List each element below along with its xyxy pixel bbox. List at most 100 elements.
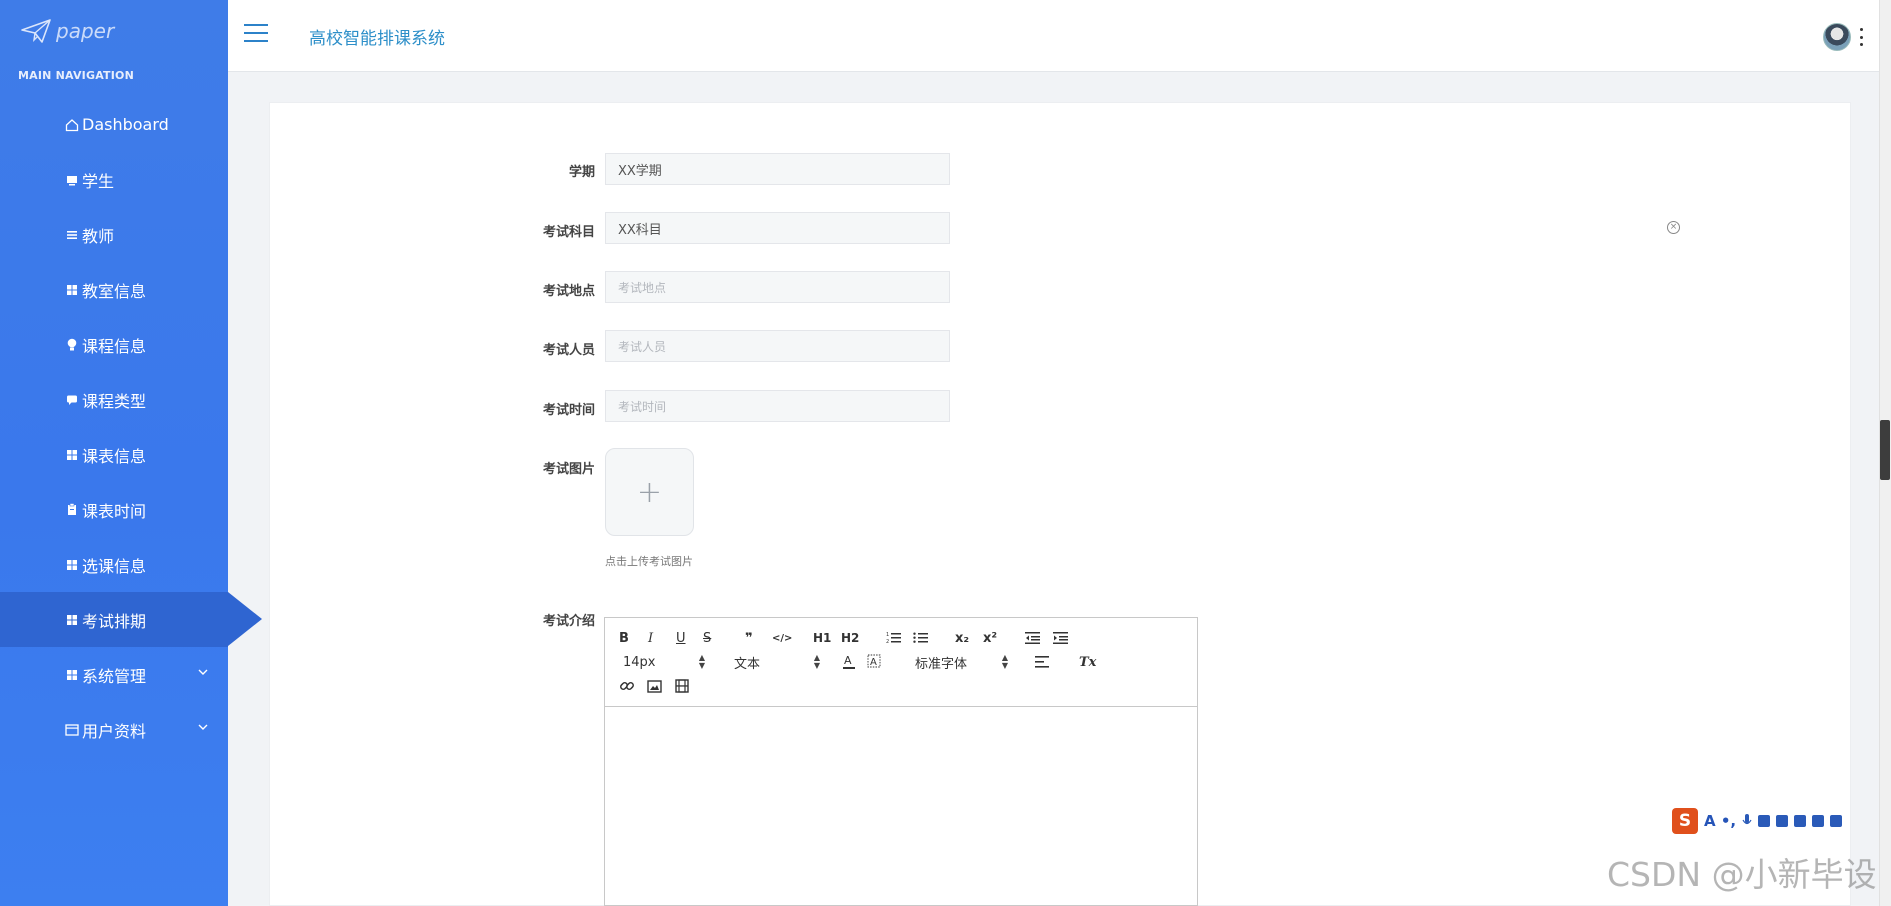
- exam-time-placeholder: 考试时间: [618, 399, 667, 414]
- indent-button[interactable]: [1053, 629, 1069, 647]
- bold-button[interactable]: B: [619, 629, 629, 647]
- chat-icon: [64, 392, 80, 408]
- sidebar-item-course-types[interactable]: 课程类型: [0, 372, 228, 427]
- ordered-list-icon: 12: [886, 632, 901, 645]
- sidebar-item-label: 课表时间: [82, 501, 147, 521]
- link-icon: [620, 682, 634, 690]
- image-upload-button[interactable]: +: [605, 448, 694, 536]
- heading-1-button[interactable]: H1: [813, 629, 831, 647]
- sidebar-item-exam-schedule[interactable]: 考试排期: [0, 592, 262, 647]
- svg-text:A: A: [844, 654, 852, 667]
- sidebar-item-classrooms[interactable]: 教室信息: [0, 262, 228, 317]
- insert-link-button[interactable]: [619, 677, 635, 695]
- exam-subject-input[interactable]: XX科目: [605, 212, 950, 244]
- logo[interactable]: paper: [20, 16, 114, 46]
- ordered-list-button[interactable]: 12: [886, 629, 902, 647]
- sidebar-item-courses[interactable]: 课程信息: [0, 317, 228, 372]
- page-scrollbar[interactable]: [1879, 0, 1891, 906]
- logo-text: paper: [56, 19, 115, 43]
- plus-icon: +: [636, 474, 663, 510]
- image-icon: [647, 679, 662, 693]
- menu-toggle-icon[interactable]: [244, 24, 268, 44]
- italic-button[interactable]: I: [648, 629, 653, 647]
- font-size-select[interactable]: 14px ▲ ▼: [623, 653, 705, 671]
- block-type-select[interactable]: 文本 ▲ ▼: [734, 653, 820, 672]
- gamepad-icon[interactable]: [1794, 815, 1807, 827]
- field-label-exam-subject: 考试科目: [542, 225, 595, 240]
- ime-mode[interactable]: A •,: [1704, 812, 1736, 830]
- exam-subject-input-value: XX科目: [618, 222, 662, 238]
- sidebar-item-system-management[interactable]: 系统管理: [0, 647, 228, 702]
- indent-icon: [1053, 632, 1068, 644]
- font-color-button[interactable]: A: [842, 653, 856, 671]
- sidebar-item-label: 用户资料: [82, 721, 147, 741]
- underline-button[interactable]: U: [676, 629, 686, 647]
- more-options-icon[interactable]: [1860, 28, 1864, 46]
- sidebar-item-label: 教师: [82, 226, 115, 246]
- scrollbar-thumb[interactable]: [1880, 420, 1890, 480]
- insert-image-button[interactable]: [647, 677, 662, 695]
- rich-text-editor: B I U S ❞ </> H1 H2 12 x₂ x² 14px ▲ ▼ 文本 ▲ ▼…: [604, 617, 1198, 906]
- apps-icon[interactable]: [1812, 815, 1825, 827]
- watermark: CSDN @小新毕设: [1607, 855, 1877, 894]
- app-title: 高校智能排课系统: [309, 29, 445, 49]
- ime-toolbar[interactable]: S A •,: [1672, 806, 1891, 836]
- exam-staff-placeholder: 考试人员: [618, 339, 667, 354]
- chevron-down-icon: [198, 724, 208, 730]
- sidebar-item-course-selection[interactable]: 选课信息: [0, 537, 228, 592]
- clear-input-icon[interactable]: ×: [1667, 221, 1680, 234]
- sidebar-item-label: 学生: [82, 171, 115, 191]
- sidebar-item-timetable[interactable]: 课表信息: [0, 427, 228, 482]
- align-button[interactable]: [1035, 653, 1051, 671]
- svg-text:1: 1: [886, 632, 889, 638]
- sidebar-nav: Dashboard 学生 教师 教室信息 课程信息 课程类型 课表信息 课表时间…: [0, 97, 262, 757]
- paper-plane-icon: [21, 19, 51, 43]
- sidebar-item-students[interactable]: 学生: [0, 152, 228, 207]
- outdent-button[interactable]: [1025, 629, 1041, 647]
- field-label-term: 学期: [568, 165, 595, 180]
- editor-toolbar: B I U S ❞ </> H1 H2 12 x₂ x² 14px ▲ ▼ 文本 ▲ ▼…: [605, 618, 1197, 707]
- clear-format-label: Tx: [1079, 654, 1097, 670]
- font-color-icon: A: [843, 654, 855, 669]
- editor-body[interactable]: [605, 707, 1197, 906]
- insert-video-button[interactable]: [675, 677, 689, 695]
- svg-text:A: A: [870, 657, 877, 668]
- term-input[interactable]: XX学期: [605, 153, 950, 185]
- exam-time-input[interactable]: 考试时间: [605, 390, 950, 422]
- heading-2-button[interactable]: H2: [841, 629, 859, 647]
- exam-staff-input[interactable]: 考试人员: [605, 330, 950, 362]
- clear-format-button[interactable]: Tx: [1079, 653, 1096, 671]
- subscript-button[interactable]: x₂: [955, 629, 969, 647]
- sogou-logo[interactable]: S: [1672, 808, 1698, 834]
- exam-location-placeholder: 考试地点: [618, 280, 667, 295]
- sidebar-item-label: 系统管理: [82, 666, 147, 686]
- grid-icon: [64, 557, 80, 573]
- select-arrows-icon: ▲ ▼: [698, 653, 705, 670]
- sidebar-item-dashboard[interactable]: Dashboard: [0, 97, 228, 152]
- field-label-exam-location: 考试地点: [542, 284, 595, 299]
- sidebar-item-label: Dashboard: [82, 115, 169, 134]
- skin-icon[interactable]: [1776, 815, 1789, 827]
- background-color-button[interactable]: A: [867, 653, 881, 671]
- sidebar-item-teachers[interactable]: 教师: [0, 207, 228, 262]
- sidebar-item-user-profile[interactable]: 用户资料: [0, 702, 228, 757]
- sidebar-item-label: 课程信息: [82, 336, 147, 356]
- settings-icon[interactable]: [1830, 815, 1843, 827]
- code-block-button[interactable]: </>: [772, 629, 792, 647]
- microphone-icon[interactable]: [1742, 814, 1752, 828]
- upload-hint: 点击上传考试图片: [605, 555, 693, 568]
- window-icon: [64, 722, 80, 738]
- font-family-select[interactable]: 标准字体 ▲ ▼: [915, 653, 1008, 672]
- exam-location-input[interactable]: 考试地点: [605, 271, 950, 303]
- sidebar-item-timetable-time[interactable]: 课表时间: [0, 482, 228, 537]
- avatar[interactable]: [1823, 23, 1851, 51]
- top-bar: 高校智能排课系统: [228, 0, 1891, 72]
- grid-icon: [64, 612, 80, 628]
- keyboard-icon[interactable]: [1758, 815, 1771, 827]
- video-icon: [675, 679, 689, 693]
- bullet-list-button[interactable]: [913, 629, 929, 647]
- blockquote-button[interactable]: ❞: [745, 629, 753, 647]
- strikethrough-button[interactable]: S: [703, 629, 711, 647]
- nav-header: MAIN NAVIGATION: [18, 69, 135, 82]
- superscript-button[interactable]: x²: [983, 629, 997, 647]
